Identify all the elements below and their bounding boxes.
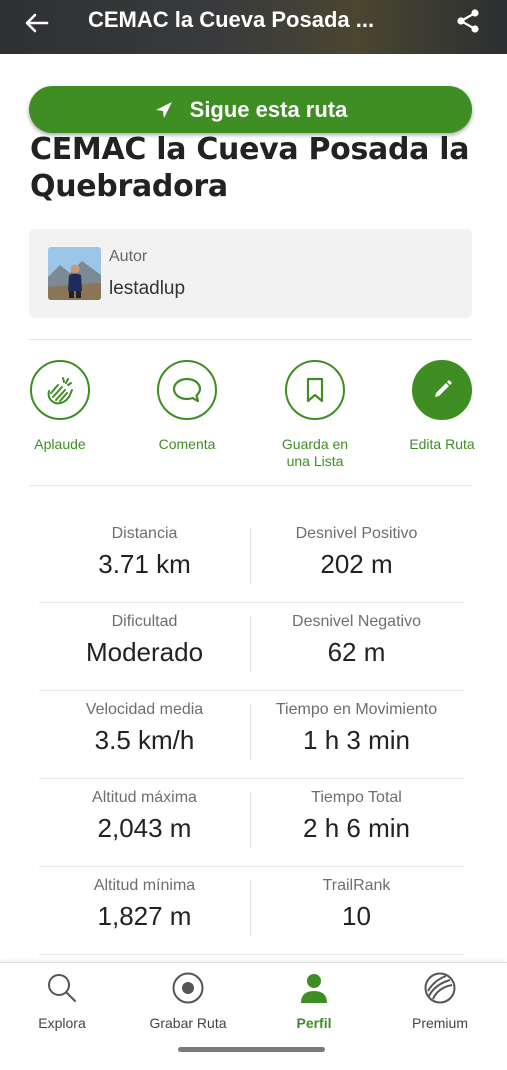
- author-avatar[interactable]: [48, 247, 101, 300]
- stat-label: Desnivel Negativo: [292, 613, 421, 630]
- pencil-icon: [412, 360, 472, 420]
- stat-label: Altitud mínima: [93, 877, 196, 894]
- stats-row: Dificultad Moderado Desnivel Negativo 62 m: [39, 603, 464, 691]
- stat-value: 3.5 km/h: [94, 725, 195, 755]
- stat-elevation-loss: Desnivel Negativo 62 m: [251, 613, 462, 668]
- stat-value: 2,043 m: [97, 813, 192, 843]
- nav-profile[interactable]: Perfil: [259, 971, 369, 1031]
- stats-row: Altitud mínima 1,827 m TrailRank 10: [39, 867, 464, 955]
- divider: [29, 339, 472, 340]
- stats-row: Distancia 3.71 km Desnivel Positivo 202 m: [39, 515, 464, 603]
- applaud-button[interactable]: Aplaude: [15, 360, 105, 453]
- stat-trailrank: TrailRank 10: [251, 877, 462, 932]
- stat-label: Altitud máxima: [92, 789, 197, 806]
- stat-label: Dificultad: [111, 613, 178, 630]
- follow-route-button[interactable]: Sigue esta ruta: [29, 86, 472, 133]
- stat-label: TrailRank: [322, 877, 391, 894]
- comment-icon: [157, 360, 217, 420]
- stat-max-altitude: Altitud máxima 2,043 m: [39, 789, 250, 844]
- author-label: Autor: [109, 248, 148, 265]
- clap-icon: [30, 360, 90, 420]
- bottom-navigation: Explora Grabar Ruta Perfil Premium: [0, 962, 507, 1070]
- nav-explore[interactable]: Explora: [7, 971, 117, 1031]
- nav-label: Premium: [411, 1015, 468, 1031]
- search-icon: [7, 971, 117, 1005]
- header-title: CEMAC la Cueva Posada ...: [88, 7, 375, 32]
- nav-premium[interactable]: Premium: [385, 971, 495, 1031]
- stat-min-altitude: Altitud mínima 1,827 m: [39, 877, 250, 932]
- divider: [29, 485, 472, 486]
- stat-value: 1,827 m: [97, 901, 192, 931]
- stat-label: Desnivel Positivo: [295, 525, 418, 542]
- share-icon[interactable]: [455, 8, 481, 34]
- stat-elevation-gain: Desnivel Positivo 202 m: [251, 525, 462, 580]
- comment-button[interactable]: Comenta: [142, 360, 232, 453]
- nav-label: Grabar Ruta: [149, 1015, 227, 1031]
- applaud-label: Aplaude: [34, 436, 86, 452]
- follow-route-label: Sigue esta ruta: [189, 96, 348, 122]
- stat-label: Tiempo en Movimiento: [275, 701, 438, 718]
- stat-value: 3.71 km: [98, 549, 191, 579]
- nav-label: Explora: [38, 1015, 86, 1031]
- back-arrow-icon[interactable]: [22, 8, 52, 38]
- stat-average-speed: Velocidad media 3.5 km/h: [39, 701, 250, 756]
- premium-icon: [385, 971, 495, 1005]
- stat-value: 2 h 6 min: [303, 813, 410, 843]
- record-icon: [133, 971, 243, 1005]
- comment-label: Comenta: [158, 436, 216, 452]
- top-app-bar: CEMAC la Cueva Posada ...: [0, 0, 507, 54]
- author-card[interactable]: Autor lestadlup: [29, 229, 472, 318]
- author-name[interactable]: lestadlup: [109, 278, 185, 300]
- stat-label: Velocidad media: [85, 701, 204, 718]
- stat-difficulty: Dificultad Moderado: [39, 613, 250, 668]
- stats-grid: Distancia 3.71 km Desnivel Positivo 202 m …: [39, 515, 464, 955]
- nav-record-route[interactable]: Grabar Ruta: [133, 971, 243, 1031]
- stat-distance: Distancia 3.71 km: [39, 525, 250, 580]
- stat-value: 202 m: [320, 549, 393, 579]
- person-icon: [259, 971, 369, 1005]
- nav-label: Perfil: [296, 1015, 332, 1031]
- stat-moving-time: Tiempo en Movimiento 1 h 3 min: [251, 701, 462, 756]
- stat-value: 10: [342, 901, 371, 931]
- bookmark-icon: [285, 360, 345, 420]
- stat-label: Tiempo Total: [311, 789, 402, 806]
- stat-value: 1 h 3 min: [303, 725, 410, 755]
- stat-total-time: Tiempo Total 2 h 6 min: [251, 789, 462, 844]
- save-to-list-label: Guarda en una Lista: [281, 436, 349, 469]
- stat-value: Moderado: [85, 637, 204, 667]
- stat-label: Distancia: [111, 525, 178, 542]
- edit-route-button[interactable]: Edita Ruta: [397, 360, 487, 453]
- route-title: CEMAC la Cueva Posada la Quebradora: [30, 132, 470, 204]
- navigation-arrow-icon: [155, 101, 172, 118]
- stats-row: Altitud máxima 2,043 m Tiempo Total 2 h 6 …: [39, 779, 464, 867]
- stat-value: 62 m: [327, 637, 386, 667]
- save-to-list-button[interactable]: Guarda en una Lista: [270, 360, 360, 470]
- edit-route-label: Edita Ruta: [409, 436, 475, 452]
- stats-row: Velocidad media 3.5 km/h Tiempo en Movimi…: [39, 691, 464, 779]
- home-indicator[interactable]: [178, 1047, 325, 1052]
